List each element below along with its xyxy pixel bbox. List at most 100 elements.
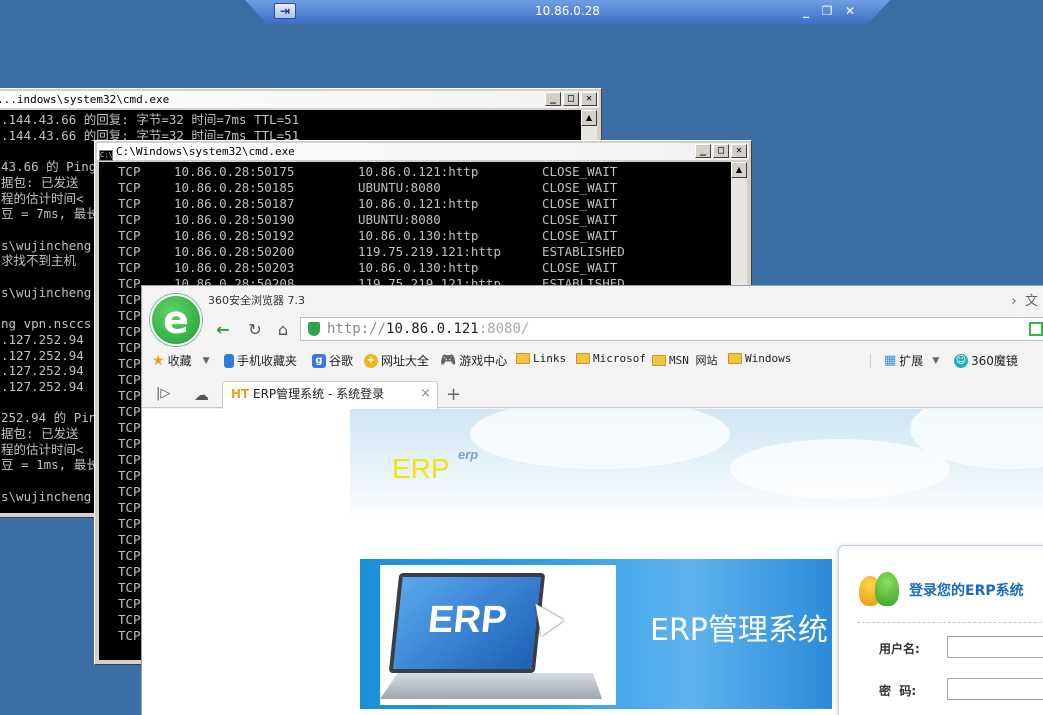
header-banner bbox=[350, 409, 1043, 521]
restore-icon[interactable]: ❐ bbox=[819, 3, 835, 19]
tab-erp-login[interactable]: HT ERP管理系统 - 系统登录 × bbox=[222, 381, 438, 409]
netstat-cell: 119.75.219.121:http bbox=[358, 244, 501, 259]
bookmark-msn[interactable]: MSN 网站 bbox=[652, 352, 718, 368]
maximize-button[interactable]: □ bbox=[713, 144, 729, 158]
minimize-icon[interactable]: _ bbox=[798, 3, 814, 19]
close-tab-icon[interactable]: × bbox=[420, 382, 431, 406]
chevron-right-icon[interactable]: › bbox=[1012, 294, 1017, 309]
login-panel: 登录您的ERP系统 用户名: 密 码: bbox=[838, 545, 1043, 715]
laptop-screen: ERP bbox=[388, 573, 546, 673]
cloud-decoration bbox=[470, 409, 730, 469]
netstat-cell: TCP bbox=[118, 196, 141, 211]
web-page: ERP erp ERP ERP管理系统 登录您的ERP系统 用户名: 密 码: bbox=[142, 409, 1043, 715]
netstat-row: TCP 10.86.0.28:50190 UBUNTU:8080 CLOSE_WAIT bbox=[118, 212, 731, 228]
netstat-cell: CLOSE_WAIT bbox=[542, 180, 618, 195]
bookmark-microsoft[interactable]: Microsof bbox=[576, 352, 646, 365]
netstat-cell: TCP bbox=[118, 260, 141, 275]
menu-label[interactable]: 文 bbox=[1025, 294, 1038, 309]
netstat-cell: UBUNTU:8080 bbox=[358, 212, 441, 227]
netstat-row: TCP 10.86.0.28:50187 10.86.0.121:http CLOSE… bbox=[118, 196, 731, 212]
netstat-cell: CLOSE_WAIT bbox=[542, 164, 618, 179]
erp-logo: ERP bbox=[392, 453, 450, 484]
cmd-window-back-titlebar[interactable]: ...indows\system32\cmd.exe _ □ ✕ bbox=[0, 91, 599, 108]
netstat-cell: TCP bbox=[118, 180, 141, 195]
netstat-cell: 10.86.0.28:50190 bbox=[174, 212, 295, 227]
magic-mirror-icon: ☺ bbox=[954, 353, 968, 368]
magic-mirror-button[interactable]: ☺ 360魔镜 bbox=[954, 352, 1018, 369]
username-input[interactable] bbox=[947, 636, 1043, 658]
netstat-cell: 10.86.0.130:http bbox=[358, 260, 479, 275]
laptop-keyboard bbox=[380, 673, 602, 699]
scroll-up-icon[interactable]: ▲ bbox=[581, 110, 597, 126]
username-label: 用户名: bbox=[879, 642, 920, 656]
netstat-cell: UBUNTU:8080 bbox=[358, 180, 441, 195]
netstat-cell: 10.86.0.28:50200 bbox=[174, 244, 295, 259]
erp-banner: ERP ERP管理系统 bbox=[360, 559, 832, 709]
login-header: 登录您的ERP系统 bbox=[859, 572, 1024, 608]
netstat-cell: 10.86.0.28:50185 bbox=[174, 180, 295, 195]
netstat-row: TCP 10.86.0.28:50185 UBUNTU:8080 CLOSE_WAIT bbox=[118, 180, 731, 196]
chevron-down-icon[interactable]: ▼ bbox=[203, 356, 210, 366]
extensions-button[interactable]: ▦ 扩展 ▼ bbox=[884, 352, 939, 369]
sidebar-toggle-icon[interactable]: |▷ bbox=[156, 386, 170, 401]
netstat-cell: 10.86.0.121:http bbox=[358, 164, 479, 179]
netstat-row: TCP 10.86.0.28:50192 10.86.0.130:http CLOSE… bbox=[118, 228, 731, 244]
url-input[interactable]: http://10.86.0.121:8080/ bbox=[300, 317, 1043, 341]
cmd-window-front-title: C:\Windows\system32\cmd.exe bbox=[116, 145, 295, 158]
browser-window[interactable]: 360安全浏览器 7.3 › 文 ← ↻ ⌂ http://10.86.0.12… bbox=[141, 285, 1043, 715]
chevron-down-icon[interactable]: ▼ bbox=[932, 356, 939, 366]
browser-menu-right[interactable]: › 文 bbox=[1012, 290, 1038, 309]
bookmark-mobile[interactable]: 手机收藏夹 bbox=[224, 352, 297, 369]
rdp-host-title: 10.86.0.28 bbox=[535, 4, 600, 18]
qr-code-icon[interactable] bbox=[1029, 322, 1043, 336]
netstat-cell: 10.86.0.28:50187 bbox=[174, 196, 295, 211]
close-button[interactable]: ✕ bbox=[581, 92, 597, 106]
bookmark-site-directory[interactable]: + 网址大全 bbox=[364, 352, 429, 369]
rdp-connection-bar: ⇥ 10.86.0.28 _ ❐ ✕ bbox=[245, 0, 890, 24]
cloud-icon[interactable]: ☁ bbox=[194, 386, 209, 404]
netstat-cell: 10.86.0.121:http bbox=[358, 196, 479, 211]
netstat-row: TCP 10.86.0.28:50200 119.75.219.121:http ES… bbox=[118, 244, 731, 260]
minimize-button[interactable]: _ bbox=[545, 92, 561, 106]
password-input[interactable] bbox=[947, 678, 1043, 700]
netstat-cell: CLOSE_WAIT bbox=[542, 212, 618, 227]
bookmark-windows[interactable]: Windows bbox=[728, 352, 791, 365]
netstat-cell: 10.86.0.28:50192 bbox=[174, 228, 295, 243]
cmd-window-front-titlebar[interactable]: C:\ C:\Windows\system32\cmd.exe _ □ ✕ bbox=[97, 143, 749, 161]
netstat-cell: TCP bbox=[118, 228, 141, 243]
bookmark-google[interactable]: g 谷歌 bbox=[312, 352, 353, 369]
laptop-illustration: ERP bbox=[380, 565, 616, 705]
address-bar-row: ← ↻ ⌂ http://10.86.0.121:8080/ bbox=[208, 316, 1043, 342]
netstat-cell: TCP bbox=[118, 244, 141, 259]
netstat-cell: TCP bbox=[118, 212, 141, 227]
scroll-up-icon[interactable]: ▲ bbox=[731, 162, 747, 178]
folder-icon bbox=[576, 353, 590, 364]
refresh-icon[interactable]: ↻ bbox=[244, 320, 266, 339]
netstat-cell: 10.86.0.28:50203 bbox=[174, 260, 295, 275]
terminal-line: .144.43.66 的回复: 字节=32 时间=7ms TTL=51 bbox=[1, 112, 300, 127]
minimize-button[interactable]: _ bbox=[695, 144, 711, 158]
close-button[interactable]: ✕ bbox=[731, 144, 747, 158]
cmd-icon: C:\ bbox=[99, 150, 113, 161]
google-icon: g bbox=[312, 353, 326, 368]
users-icon bbox=[859, 572, 899, 608]
netstat-row: TCP 10.86.0.28:50175 10.86.0.121:http CLOSE… bbox=[118, 164, 731, 180]
tab-title: ERP管理系统 - 系统登录 bbox=[253, 387, 385, 401]
bookmark-favorites[interactable]: ★ 收藏 ▼ bbox=[152, 352, 210, 369]
maximize-button[interactable]: □ bbox=[563, 92, 579, 106]
home-icon[interactable]: ⌂ bbox=[272, 320, 294, 339]
browser-logo-icon[interactable] bbox=[150, 294, 202, 346]
netstat-cell: TCP bbox=[118, 164, 141, 179]
back-arrow-icon[interactable]: ← bbox=[212, 320, 234, 339]
close-icon[interactable]: ✕ bbox=[842, 3, 858, 19]
netstat-cell: CLOSE_WAIT bbox=[542, 228, 618, 243]
bookmark-game-center[interactable]: 🎮 游戏中心 bbox=[440, 352, 507, 369]
plus-icon: + bbox=[364, 353, 378, 368]
bookmark-links[interactable]: Links bbox=[516, 352, 566, 365]
shield-icon bbox=[308, 322, 320, 336]
new-tab-icon[interactable]: + bbox=[446, 384, 461, 405]
netstat-cell: CLOSE_WAIT bbox=[542, 196, 618, 211]
ht-favicon-icon: HT bbox=[231, 387, 250, 401]
erp-logo-sub: erp bbox=[458, 447, 479, 462]
cloud-decoration bbox=[730, 439, 950, 499]
